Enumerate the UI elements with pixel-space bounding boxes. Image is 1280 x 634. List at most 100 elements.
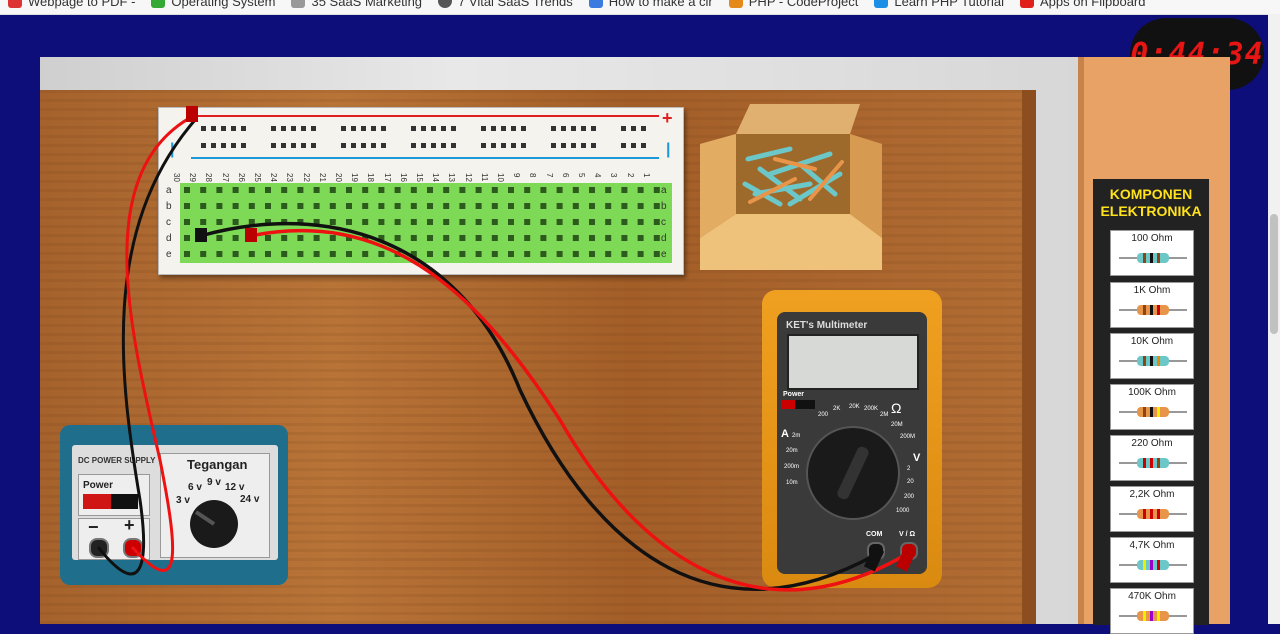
breadboard-hole[interactable] (443, 235, 450, 241)
breadboard-hole[interactable] (653, 203, 660, 209)
component-100k-ohm[interactable]: 100K Ohm (1110, 384, 1194, 430)
breadboard-hole[interactable] (653, 235, 660, 241)
breadboard-hole[interactable] (621, 203, 628, 209)
breadboard-hole[interactable] (248, 203, 255, 209)
breadboard-hole[interactable] (508, 235, 514, 241)
component-2-2k-ohm[interactable]: 2,2K Ohm (1110, 486, 1194, 532)
breadboard-hole[interactable] (232, 251, 239, 257)
breadboard-hole[interactable] (378, 235, 385, 241)
breadboard-hole[interactable] (524, 235, 531, 241)
breadboard-hole[interactable] (329, 187, 336, 193)
breadboard-hole[interactable] (362, 187, 369, 193)
breadboard-hole[interactable] (265, 187, 271, 193)
breadboard-hole[interactable] (508, 251, 514, 257)
breadboard-hole[interactable] (637, 187, 644, 193)
breadboard-hole[interactable] (184, 203, 190, 209)
breadboard-hole[interactable] (329, 203, 336, 209)
voltage-option-6v[interactable]: 6 v (188, 482, 202, 493)
component-220-ohm[interactable]: 220 Ohm (1110, 435, 1194, 481)
breadboard-hole[interactable] (427, 187, 433, 193)
breadboard-hole[interactable] (281, 251, 288, 257)
breadboard-hole[interactable] (313, 203, 320, 209)
breadboard-hole[interactable] (200, 203, 207, 209)
breadboard-hole[interactable] (248, 251, 255, 257)
voltage-option-12v[interactable]: 12 v (225, 482, 244, 493)
breadboard-hole[interactable] (346, 251, 352, 257)
breadboard-hole[interactable] (346, 187, 352, 193)
breadboard-hole[interactable] (459, 235, 466, 241)
breadboard-hole[interactable] (281, 203, 288, 209)
breadboard-hole[interactable] (572, 187, 579, 193)
breadboard-hole[interactable] (443, 251, 450, 257)
breadboard-hole[interactable] (524, 219, 531, 225)
breadboard-hole[interactable] (427, 203, 433, 209)
voltage-option-9v[interactable]: 9 v (207, 477, 221, 488)
breadboard-hole[interactable] (346, 203, 352, 209)
breadboard-hole[interactable] (216, 251, 223, 257)
breadboard-hole[interactable] (232, 219, 239, 225)
bookmark-learn-php[interactable]: Learn PHP Tutorial (866, 0, 1012, 9)
breadboard-hole[interactable] (605, 251, 612, 257)
breadboard-hole[interactable] (589, 203, 595, 209)
resistor-box[interactable] (700, 104, 882, 270)
breadboard-hole[interactable] (637, 203, 644, 209)
breadboard-hole[interactable] (329, 235, 336, 241)
breadboard-hole[interactable] (313, 219, 320, 225)
breadboard-hole[interactable] (281, 235, 288, 241)
breadboard-hole[interactable] (265, 251, 271, 257)
breadboard-hole[interactable] (313, 235, 320, 241)
breadboard-hole[interactable] (200, 235, 207, 241)
breadboard-hole[interactable] (346, 235, 352, 241)
bookmark-how-to-make[interactable]: How to make a cir (581, 0, 721, 9)
breadboard-hole[interactable] (443, 219, 450, 225)
breadboard-hole[interactable] (281, 219, 288, 225)
multimeter-power-switch[interactable] (781, 400, 815, 409)
breadboard-hole[interactable] (637, 235, 644, 241)
component-1k-ohm[interactable]: 1K Ohm (1110, 282, 1194, 328)
breadboard-hole[interactable] (540, 203, 547, 209)
bookmark-operating-system[interactable]: Operating System (143, 0, 283, 9)
breadboard-hole[interactable] (297, 235, 304, 241)
breadboard-hole[interactable] (556, 219, 563, 225)
breadboard-hole[interactable] (297, 187, 304, 193)
breadboard-hole[interactable] (572, 235, 579, 241)
breadboard-hole[interactable] (572, 251, 579, 257)
breadboard-hole[interactable] (410, 219, 417, 225)
breadboard-hole[interactable] (184, 251, 190, 257)
breadboard-hole[interactable] (265, 219, 271, 225)
component-10k-ohm[interactable]: 10K Ohm (1110, 333, 1194, 379)
breadboard-hole[interactable] (297, 219, 304, 225)
breadboard-hole[interactable] (605, 187, 612, 193)
negative-terminal[interactable] (89, 538, 109, 558)
breadboard-hole[interactable] (200, 187, 207, 193)
breadboard-hole[interactable] (475, 219, 482, 225)
multimeter-com-jack[interactable] (867, 542, 885, 560)
breadboard-hole[interactable] (281, 187, 288, 193)
breadboard-hole[interactable] (589, 187, 595, 193)
bookmark-saas-marketing[interactable]: 35 SaaS Marketing (283, 0, 430, 9)
breadboard-hole[interactable] (475, 187, 482, 193)
breadboard-hole[interactable] (410, 251, 417, 257)
breadboard-hole[interactable] (394, 219, 401, 225)
breadboard-hole[interactable] (297, 251, 304, 257)
breadboard-hole[interactable] (443, 203, 450, 209)
breadboard-hole[interactable] (508, 203, 514, 209)
breadboard-hole[interactable] (459, 251, 466, 257)
breadboard-hole[interactable] (491, 187, 498, 193)
breadboard-hole[interactable] (378, 219, 385, 225)
breadboard-hole[interactable] (540, 251, 547, 257)
breadboard-hole[interactable] (443, 187, 450, 193)
breadboard-hole[interactable] (394, 235, 401, 241)
breadboard-hole[interactable] (216, 219, 223, 225)
breadboard-hole[interactable] (540, 235, 547, 241)
breadboard-hole-grid[interactable] (180, 183, 672, 263)
breadboard-hole[interactable] (556, 187, 563, 193)
breadboard-hole[interactable] (216, 203, 223, 209)
bookmark-webpage-to-pdf[interactable]: Webpage to PDF - (0, 0, 143, 9)
breadboard-hole[interactable] (589, 219, 595, 225)
breadboard-hole[interactable] (572, 203, 579, 209)
breadboard-hole[interactable] (200, 251, 207, 257)
breadboard-hole[interactable] (459, 203, 466, 209)
breadboard-hole[interactable] (621, 251, 628, 257)
breadboard-hole[interactable] (216, 187, 223, 193)
